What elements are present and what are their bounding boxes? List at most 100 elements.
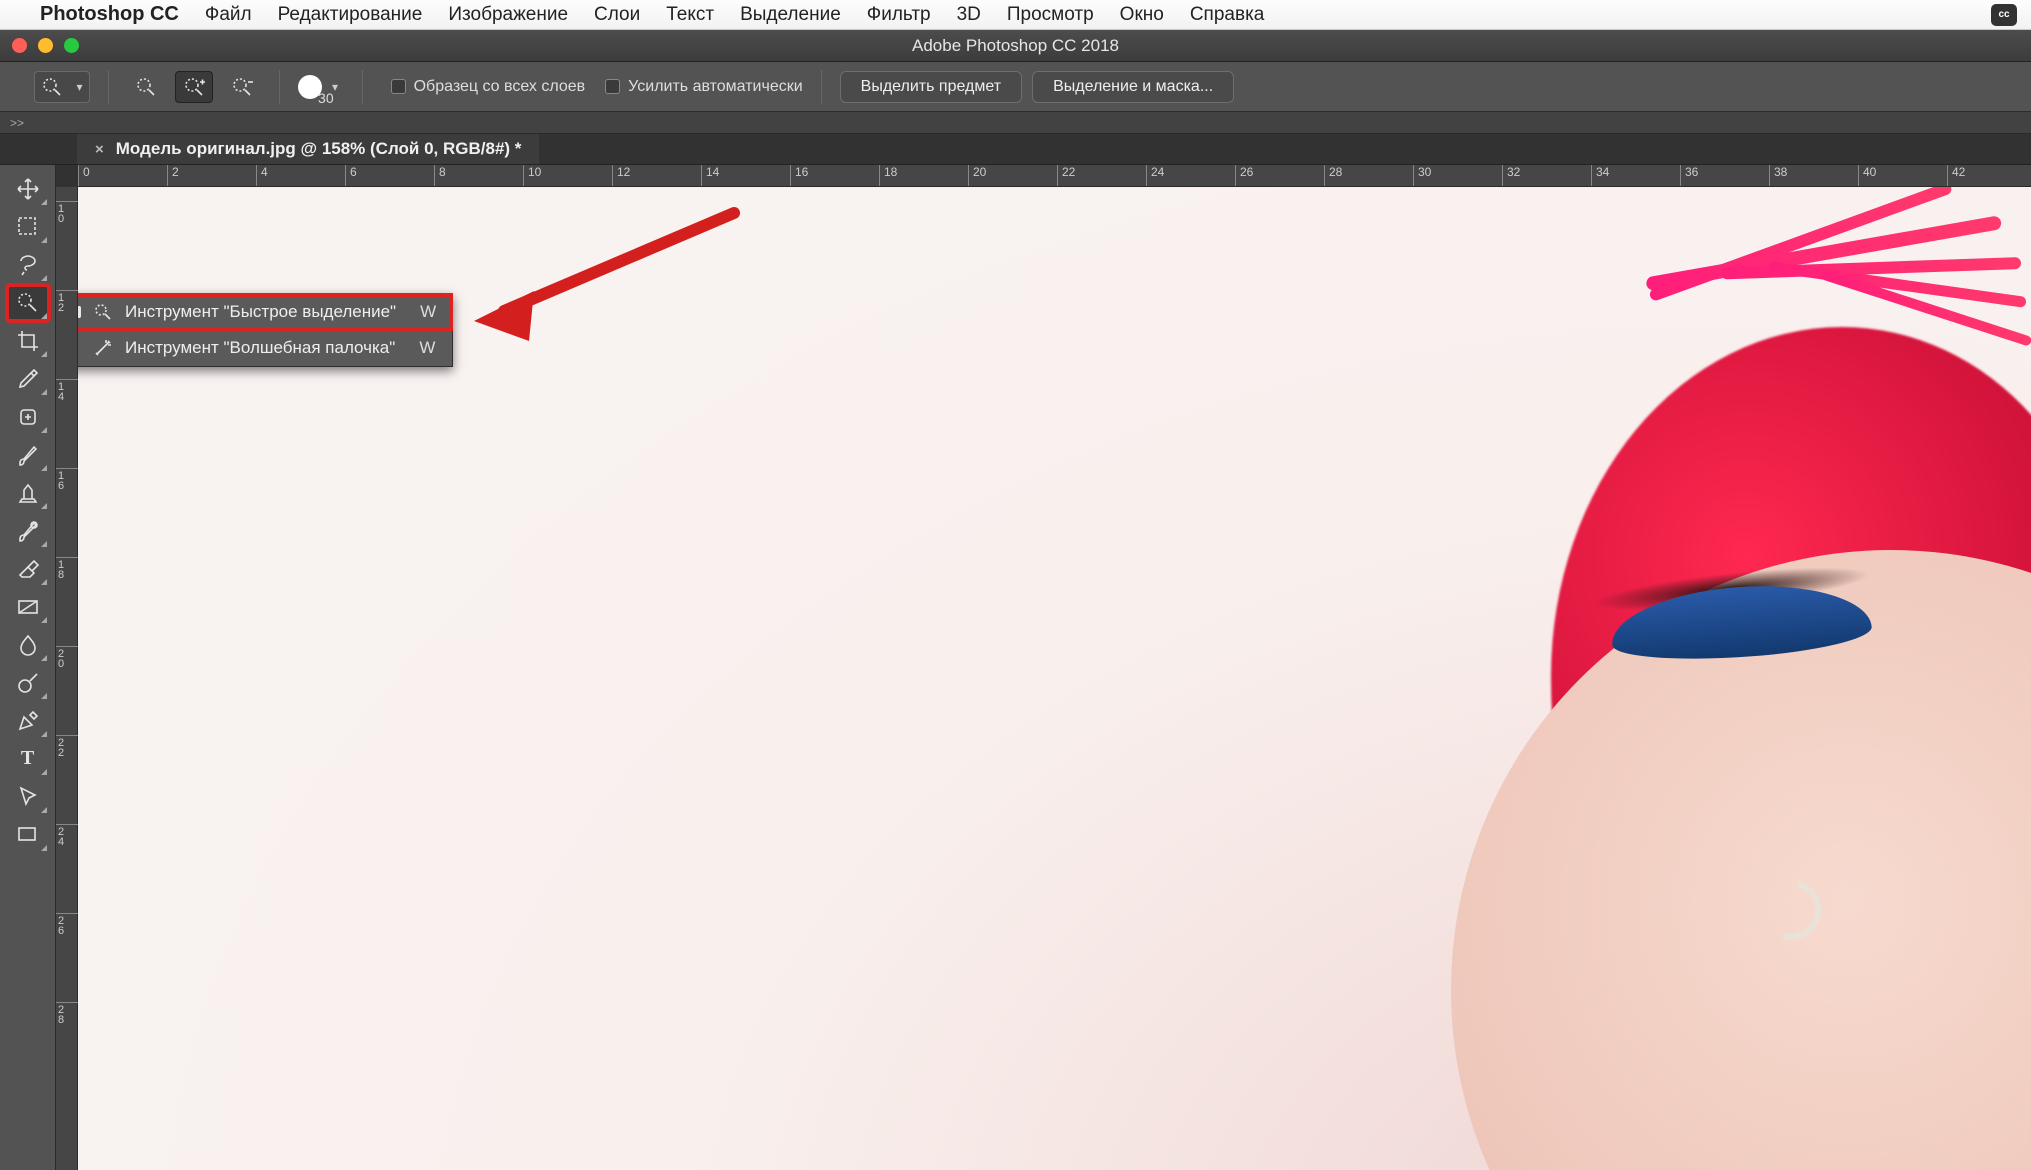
flyout-item-label: Инструмент "Волшебная палочка": [125, 338, 395, 358]
menu-window[interactable]: Окно: [1120, 4, 1164, 26]
ruler-tick: 36: [1680, 165, 1698, 187]
ruler-tick: 32: [1502, 165, 1520, 187]
selection-subtract-button[interactable]: [223, 71, 261, 103]
sample-all-layers-label: Образец со всех слоев: [414, 78, 586, 96]
selection-new-button[interactable]: [127, 71, 165, 103]
dodge-tool[interactable]: [7, 665, 49, 701]
document-canvas[interactable]: Инструмент "Быстрое выделение" W Инструм…: [78, 187, 2031, 1170]
ruler-horizontal[interactable]: 024681012141618202224262830323436384042: [78, 165, 2031, 187]
menu-help[interactable]: Справка: [1190, 4, 1265, 26]
ruler-tick: 18: [879, 165, 897, 187]
crop-tool[interactable]: [7, 323, 49, 359]
ruler-tick: 0: [78, 165, 90, 187]
ruler-tick: 2: [167, 165, 179, 187]
pen-tool[interactable]: [7, 703, 49, 739]
options-bar: ▾ ▾ 30 Образец со всех слоев Усилить авт…: [0, 62, 2031, 112]
lasso-tool[interactable]: [7, 247, 49, 283]
ruler-tick: 20: [968, 165, 986, 187]
window-title: Adobe Photoshop CC 2018: [912, 36, 1119, 56]
ruler-tick: 38: [1769, 165, 1787, 187]
select-and-mask-button[interactable]: Выделение и маска...: [1032, 71, 1234, 103]
type-tool[interactable]: T: [7, 741, 49, 777]
ruler-tick: 26: [1235, 165, 1253, 187]
window-zoom-button[interactable]: [64, 38, 79, 53]
flyout-item-shortcut: W: [419, 338, 435, 358]
selection-add-button[interactable]: [175, 71, 213, 103]
quick-selection-tool[interactable]: [7, 285, 49, 321]
ruler-tick: 14: [56, 379, 78, 402]
menu-filter[interactable]: Фильтр: [867, 4, 931, 26]
menu-type[interactable]: Текст: [666, 4, 714, 26]
marquee-tool[interactable]: [7, 209, 49, 245]
spot-healing-tool[interactable]: [7, 399, 49, 435]
macos-menubar: Photoshop CC Файл Редактирование Изображ…: [0, 0, 2031, 30]
ruler-tick: 12: [612, 165, 630, 187]
ruler-tick: 28: [56, 1002, 78, 1025]
gradient-tool[interactable]: [7, 589, 49, 625]
flyout-magic-wand[interactable]: Инструмент "Волшебная палочка" W: [78, 330, 452, 366]
history-brush-tool[interactable]: [7, 513, 49, 549]
ruler-tick: 26: [56, 913, 78, 936]
flyout-quick-selection[interactable]: Инструмент "Быстрое выделение" W: [78, 294, 452, 330]
menu-view[interactable]: Просмотр: [1007, 4, 1094, 26]
document-tab-title: Модель оригинал.jpg @ 158% (Слой 0, RGB/…: [116, 139, 522, 159]
document-tab[interactable]: × Модель оригинал.jpg @ 158% (Слой 0, RG…: [77, 134, 539, 164]
ruler-tick: 6: [345, 165, 357, 187]
window-titlebar: Adobe Photoshop CC 2018: [0, 30, 2031, 62]
tools-panel: T: [0, 165, 56, 1170]
ruler-tick: 22: [1057, 165, 1075, 187]
ruler-tick: 42: [1947, 165, 1965, 187]
ruler-tick: 22: [56, 735, 78, 758]
flyout-item-shortcut: W: [420, 302, 436, 322]
brush-tool[interactable]: [7, 437, 49, 473]
rectangle-tool[interactable]: [7, 817, 49, 853]
ruler-tick: 28: [1324, 165, 1342, 187]
menu-file[interactable]: Файл: [205, 4, 252, 26]
select-subject-button[interactable]: Выделить предмет: [840, 71, 1022, 103]
app-name[interactable]: Photoshop CC: [40, 3, 179, 26]
flyout-item-label: Инструмент "Быстрое выделение": [125, 302, 396, 322]
move-tool[interactable]: [7, 171, 49, 207]
ruler-tick: 24: [1146, 165, 1164, 187]
menu-select[interactable]: Выделение: [740, 4, 841, 26]
ruler-tick: 4: [256, 165, 268, 187]
menu-3d[interactable]: 3D: [957, 4, 981, 26]
eraser-tool[interactable]: [7, 551, 49, 587]
tool-flyout-menu: Инструмент "Быстрое выделение" W Инструм…: [78, 293, 453, 367]
ruler-tick: 16: [790, 165, 808, 187]
ruler-tick: 12: [56, 290, 78, 313]
ruler-tick: 10: [523, 165, 541, 187]
ruler-tick: 16: [56, 468, 78, 491]
quick-selection-icon: [91, 302, 115, 322]
document-tab-bar: × Модель оригинал.jpg @ 158% (Слой 0, RG…: [0, 134, 2031, 165]
menu-layer[interactable]: Слои: [594, 4, 640, 26]
ruler-tick: 40: [1858, 165, 1876, 187]
tool-preset-dropdown[interactable]: ▾: [34, 71, 90, 103]
chevron-down-icon: ▾: [76, 80, 82, 94]
menu-edit[interactable]: Редактирование: [278, 4, 423, 26]
menu-image[interactable]: Изображение: [448, 4, 568, 26]
auto-enhance-label: Усилить автоматически: [628, 78, 803, 96]
magic-wand-icon: [91, 338, 115, 358]
auto-enhance-checkbox[interactable]: Усилить автоматически: [605, 78, 803, 96]
blur-tool[interactable]: [7, 627, 49, 663]
path-selection-tool[interactable]: [7, 779, 49, 815]
eyedropper-tool[interactable]: [7, 361, 49, 397]
window-minimize-button[interactable]: [38, 38, 53, 53]
ruler-tick: 34: [1591, 165, 1609, 187]
creative-cloud-icon[interactable]: cc: [1991, 4, 2017, 26]
sample-all-layers-checkbox[interactable]: Образец со всех слоев: [391, 78, 586, 96]
ruler-tick: 24: [56, 824, 78, 847]
brush-size-label: 30: [318, 90, 334, 106]
ruler-tick: 18: [56, 557, 78, 580]
ruler-tick: 14: [701, 165, 719, 187]
ruler-vertical[interactable]: 10 12 14 16 18 20 22 24 26 28: [56, 187, 78, 1170]
clone-stamp-tool[interactable]: [7, 475, 49, 511]
close-icon[interactable]: ×: [95, 141, 104, 158]
ruler-tick: 8: [434, 165, 446, 187]
ruler-tick: 20: [56, 646, 78, 669]
ruler-tick: 30: [1413, 165, 1431, 187]
ruler-tick: 10: [56, 201, 78, 224]
panel-collapse-toggle[interactable]: >>: [0, 112, 2031, 134]
window-close-button[interactable]: [12, 38, 27, 53]
